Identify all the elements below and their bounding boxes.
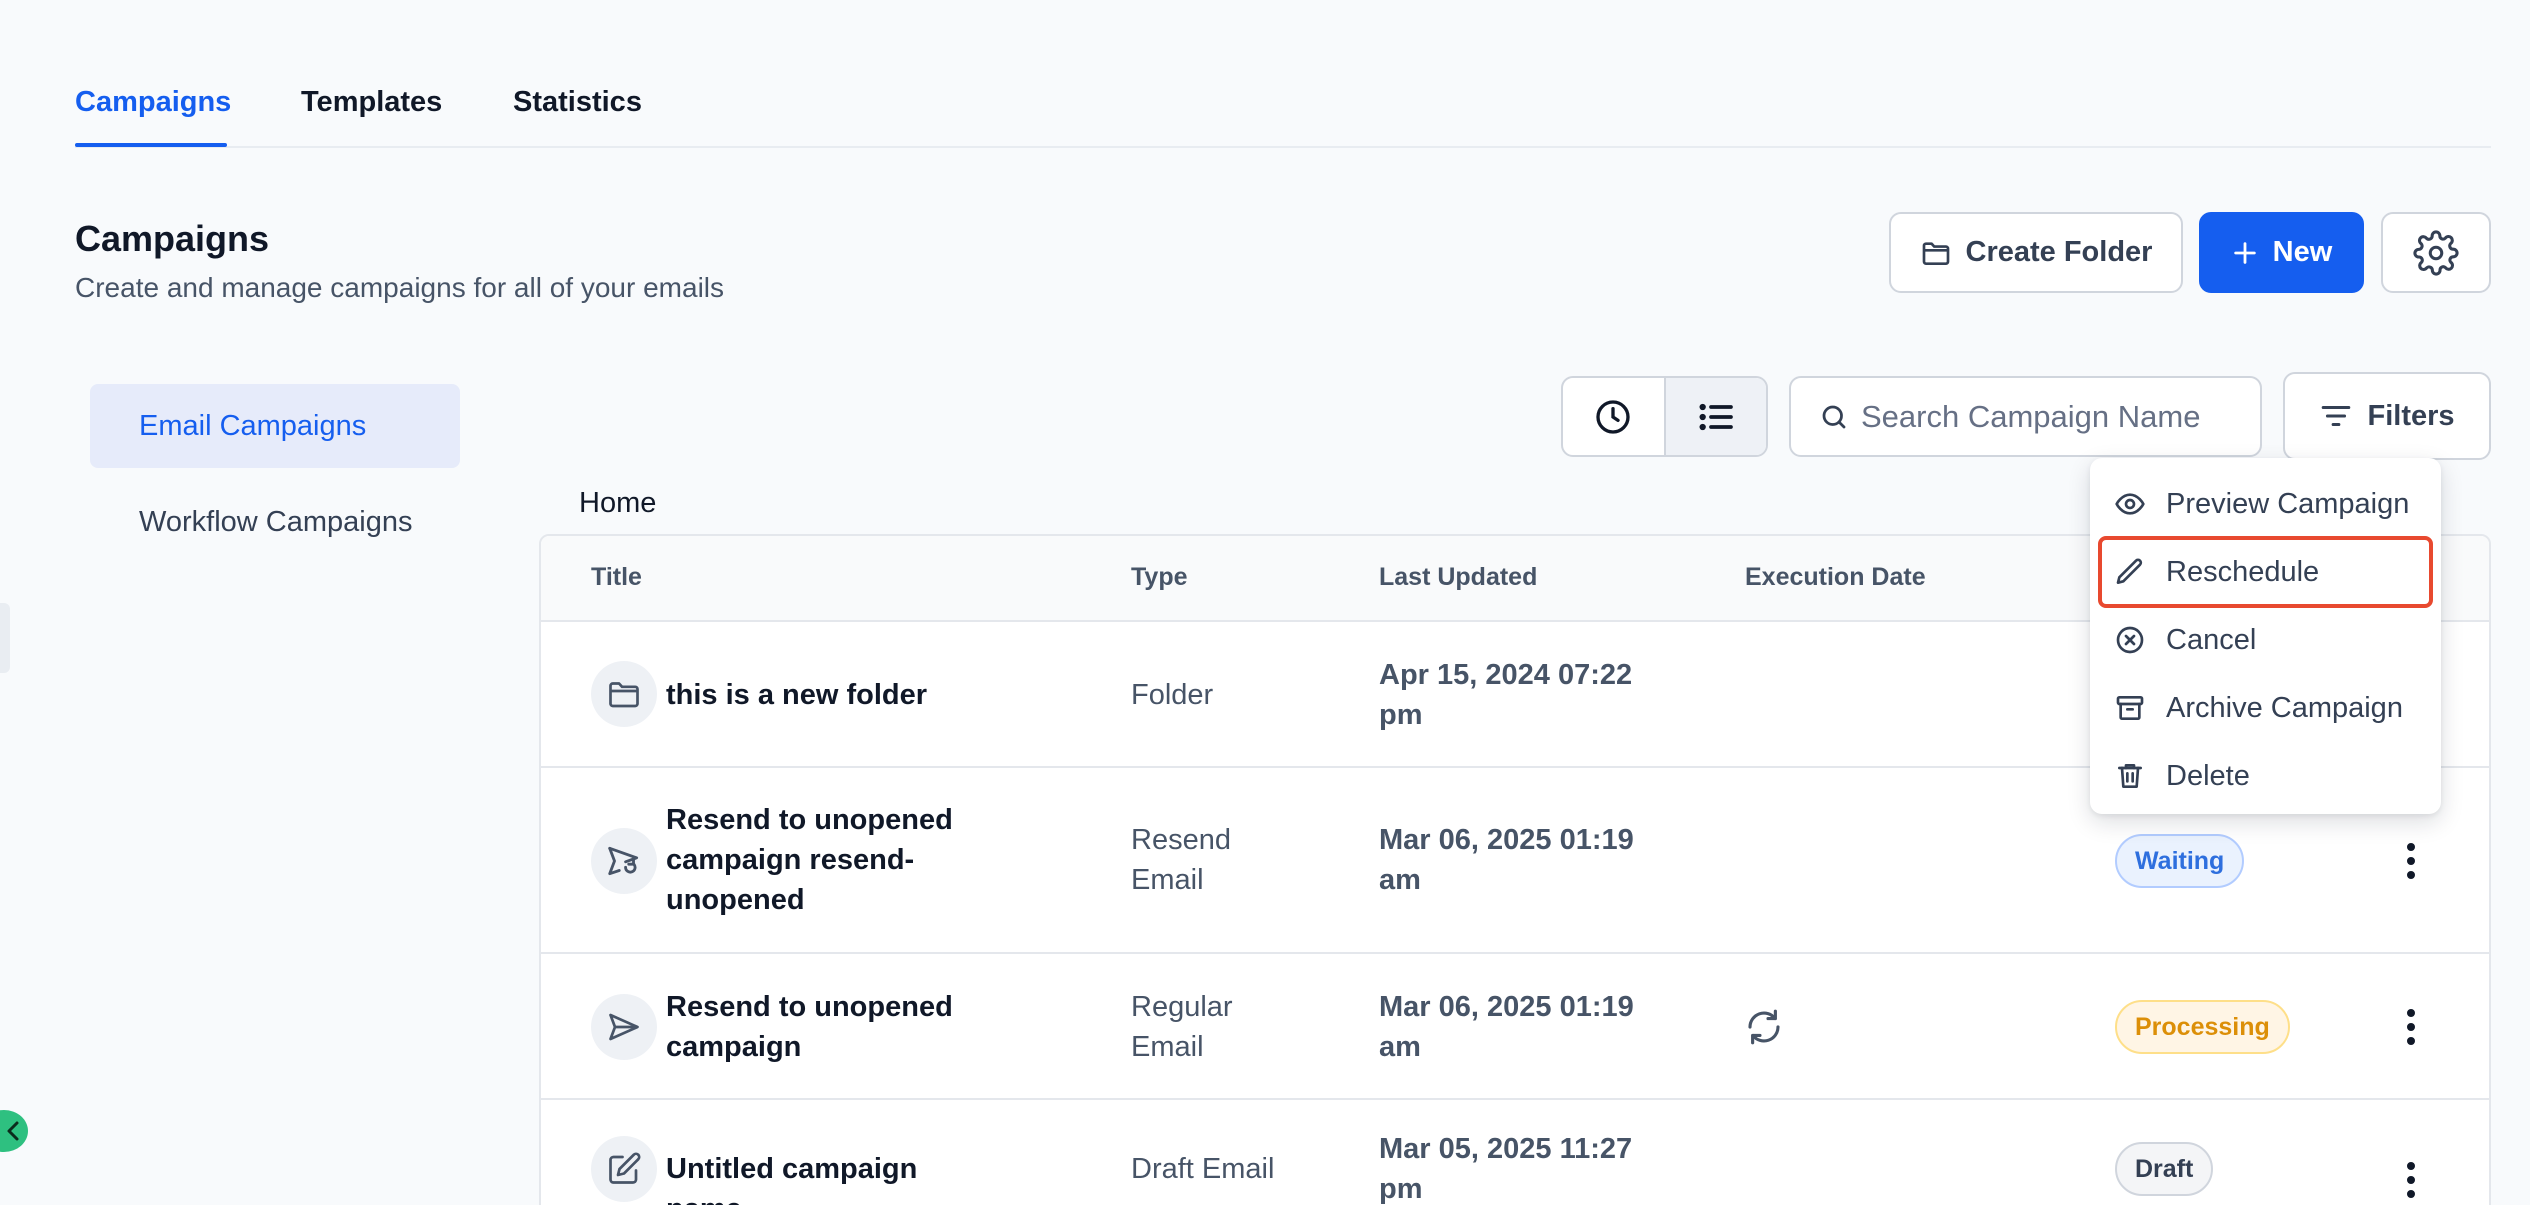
recent-view-button[interactable] [1563, 378, 1664, 455]
chevron-left-icon [7, 1121, 19, 1141]
breadcrumb[interactable]: Home [579, 487, 656, 520]
folder-icon [591, 661, 657, 727]
table-row[interactable]: Untitled campaign name Draft Email Mar 0… [541, 1100, 2489, 1205]
column-header-last-updated[interactable]: Last Updated [1379, 563, 1537, 592]
row-title[interactable]: Resend to unopened campaign [666, 987, 996, 1067]
collapse-sidebar-button[interactable] [0, 1110, 28, 1152]
tab-statistics[interactable]: Statistics [513, 86, 642, 119]
gear-icon [2413, 229, 2459, 276]
sidebar-resize-handle[interactable] [0, 603, 10, 673]
page-subtitle: Create and manage campaigns for all of y… [75, 272, 725, 303]
row-last-updated: Mar 05, 2025 11:27 pm [1379, 1133, 1633, 1205]
tab-campaigns[interactable]: Campaigns [75, 86, 231, 119]
menu-item-label: Preview Campaign [2166, 487, 2410, 520]
archive-icon [2116, 696, 2144, 720]
menu-item-label: Cancel [2166, 623, 2257, 656]
eye-icon [2115, 493, 2145, 515]
filters-label: Filters [2367, 399, 2455, 432]
active-tab-indicator [75, 143, 227, 147]
clock-icon [1596, 399, 1630, 434]
create-folder-button[interactable]: Create Folder [1889, 212, 2183, 293]
menu-item-reschedule[interactable]: Reschedule [2098, 536, 2433, 608]
more-vertical-icon [2407, 843, 2415, 879]
status-badge: Waiting [2115, 834, 2245, 888]
row-type: Folder [1131, 679, 1214, 711]
x-circle-icon [2116, 626, 2144, 654]
more-vertical-icon [2407, 1162, 2415, 1198]
view-toggle [1561, 376, 1768, 457]
tab-templates[interactable]: Templates [301, 86, 442, 119]
menu-item-delete[interactable]: Delete [2098, 744, 2433, 808]
create-folder-label: Create Folder [1965, 236, 2153, 268]
folder-icon [1922, 241, 1949, 265]
row-actions-menu: Preview Campaign Reschedule Cancel Archi… [2090, 458, 2441, 814]
edit-icon [591, 1136, 657, 1202]
row-actions-button[interactable] [2391, 1150, 2431, 1205]
menu-item-label: Reschedule [2166, 555, 2320, 588]
menu-item-label: Delete [2166, 759, 2250, 792]
resend-icon [591, 828, 657, 894]
filters-button[interactable]: Filters [2283, 372, 2491, 460]
menu-item-preview-campaign[interactable]: Preview Campaign [2098, 472, 2433, 536]
status-badge: Draft [2115, 1142, 2214, 1196]
row-title[interactable]: Resend to unopened campaign resend-unope… [666, 800, 996, 920]
plus-icon [2233, 241, 2256, 264]
row-type: Regular Email [1131, 991, 1233, 1063]
tab-bar: Campaigns Templates Statistics [75, 0, 2491, 148]
status-badge: Processing [2115, 1000, 2290, 1054]
list-view-button[interactable] [1663, 378, 1766, 455]
row-type: Resend Email [1131, 824, 1231, 896]
new-label: New [2272, 236, 2333, 268]
sidebar-item-workflow-campaigns[interactable]: Workflow Campaigns [90, 480, 460, 564]
trash-icon [2118, 764, 2142, 788]
menu-item-label: Archive Campaign [2166, 691, 2403, 724]
row-last-updated: Mar 06, 2025 01:19 am [1379, 824, 1634, 896]
filter-icon [2322, 405, 2351, 427]
row-last-updated: Apr 15, 2024 07:22 pm [1379, 659, 1633, 731]
row-type: Draft Email [1131, 1153, 1275, 1185]
row-title[interactable]: this is a new folder [666, 675, 996, 715]
pencil-icon [2116, 558, 2143, 584]
new-button[interactable]: New [2199, 212, 2364, 293]
row-actions-button[interactable] [2391, 997, 2431, 1057]
column-header-execution-date[interactable]: Execution Date [1745, 563, 1926, 592]
recurring-icon [1743, 1006, 1785, 1053]
row-title[interactable]: Untitled campaign name [666, 1149, 996, 1205]
list-icon [1699, 403, 1733, 430]
send-icon [591, 994, 657, 1060]
row-actions-button[interactable] [2391, 831, 2431, 891]
search-input[interactable] [1861, 398, 2201, 435]
menu-item-cancel[interactable]: Cancel [2098, 608, 2433, 672]
sidebar-item-email-campaigns[interactable]: Email Campaigns [90, 384, 460, 468]
column-header-title[interactable]: Title [591, 563, 642, 592]
settings-button[interactable] [2381, 212, 2491, 293]
page-title: Campaigns [75, 218, 270, 259]
column-header-type[interactable]: Type [1131, 563, 1188, 592]
table-row[interactable]: Resend to unopened campaign Regular Emai… [541, 954, 2489, 1100]
row-last-updated: Mar 06, 2025 01:19 am [1379, 991, 1634, 1063]
search-icon [1822, 405, 1846, 428]
menu-item-archive-campaign[interactable]: Archive Campaign [2098, 676, 2433, 740]
search-box [1789, 376, 2262, 457]
more-vertical-icon [2407, 1009, 2415, 1045]
